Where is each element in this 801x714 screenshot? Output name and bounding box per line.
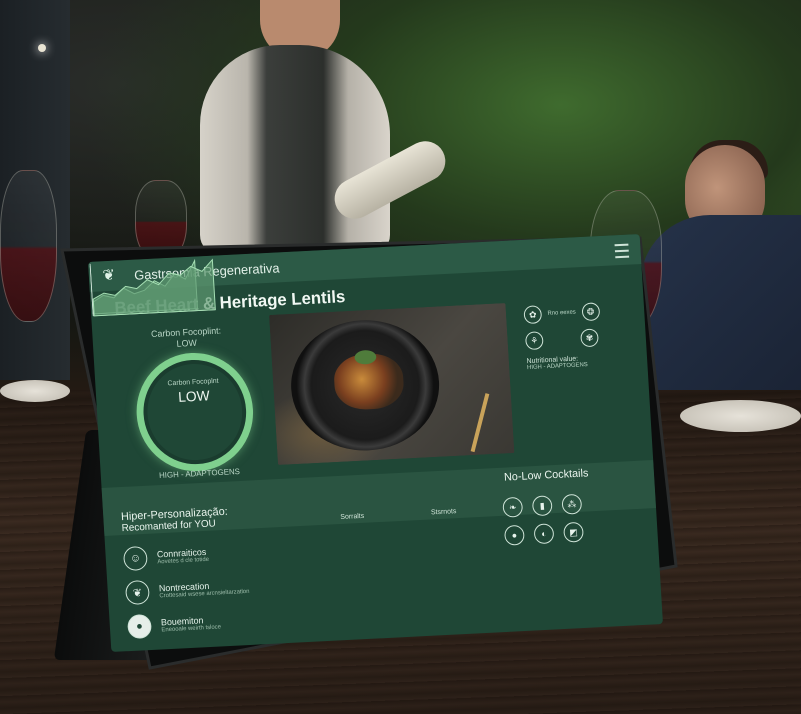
tablet-screen: ❦ Gastrsomia Regenerativa Beef Heart & H… bbox=[88, 234, 663, 652]
chart-label-right: Stsrnots bbox=[430, 508, 457, 517]
fruit-icon[interactable]: ● bbox=[503, 524, 525, 546]
recommendation-chart bbox=[89, 258, 216, 317]
citrus-icon[interactable]: ◐ bbox=[533, 523, 555, 545]
sprout-icon[interactable]: ✿ bbox=[523, 305, 543, 325]
leaf-icon[interactable]: ❧ bbox=[502, 496, 524, 518]
fork bbox=[470, 393, 490, 453]
plate-right bbox=[680, 400, 801, 432]
waiter bbox=[200, 45, 390, 255]
recommendation-item[interactable]: ● Bouemiton Eneooale weirth tsloce bbox=[126, 609, 252, 640]
chart-label-left: Sorralts bbox=[340, 512, 365, 521]
bottle-icon[interactable]: ▮ bbox=[531, 495, 553, 517]
nutritional-value: Nutritional value: HIGH - ADAPTOGENS bbox=[527, 353, 626, 371]
seated-guest bbox=[640, 215, 801, 405]
mushroom-icon: ● bbox=[126, 613, 153, 640]
person-icon: ☺ bbox=[122, 545, 148, 572]
hyper-personalization: Hiper-Personalização: Recomanted for YOU bbox=[121, 506, 229, 535]
icon-caption: Rno eexes bbox=[547, 309, 577, 317]
ceiling-lamp bbox=[38, 44, 46, 52]
berries-icon[interactable]: ⁂ bbox=[561, 493, 583, 515]
cocktail-icons: ❧ ▮ ⁂ ● ◐ ◩ bbox=[497, 489, 609, 551]
dish-photo bbox=[269, 303, 515, 465]
bean-icon[interactable]: ❂ bbox=[581, 302, 601, 322]
carbon-gauge-ring bbox=[133, 350, 257, 474]
herb-icon: ❦ bbox=[124, 579, 151, 606]
dish-attribute-icons: ✿ Rno eexes ❂ ⚘ ✾ bbox=[523, 301, 634, 351]
recommendation-series-area bbox=[92, 258, 216, 317]
adaptogens-label: HIGH - ADAPTOGENS bbox=[158, 466, 241, 481]
wine-glass-mid bbox=[135, 180, 187, 262]
grain-icon[interactable]: ⚘ bbox=[524, 331, 544, 351]
carbon-gauge-content: Carbon Focoplnt LOW bbox=[156, 377, 230, 406]
rec-sub: Aovetes d cle totide bbox=[157, 556, 210, 566]
glass-icon[interactable]: ◩ bbox=[563, 521, 584, 543]
carbon-footprint-summary: Carbon Focoplint: LOW bbox=[132, 325, 242, 353]
restaurant-scene: ❦ Gastrsomia Regenerativa Beef Heart & H… bbox=[0, 0, 801, 714]
recommendation-item[interactable]: ☺ Connraiticos Aovetes d cle totide bbox=[122, 541, 248, 572]
recommendation-item[interactable]: ❦ Nontrecation Crottesaid wsese arcnsiel… bbox=[124, 575, 250, 606]
recommendation-list: ☺ Connraiticos Aovetes d cle totide ❦ No… bbox=[122, 541, 253, 649]
plate-left bbox=[0, 380, 70, 402]
flower-icon[interactable]: ✾ bbox=[580, 328, 599, 348]
hamburger-menu-icon[interactable] bbox=[614, 243, 630, 259]
wine-glass-left bbox=[0, 170, 57, 322]
